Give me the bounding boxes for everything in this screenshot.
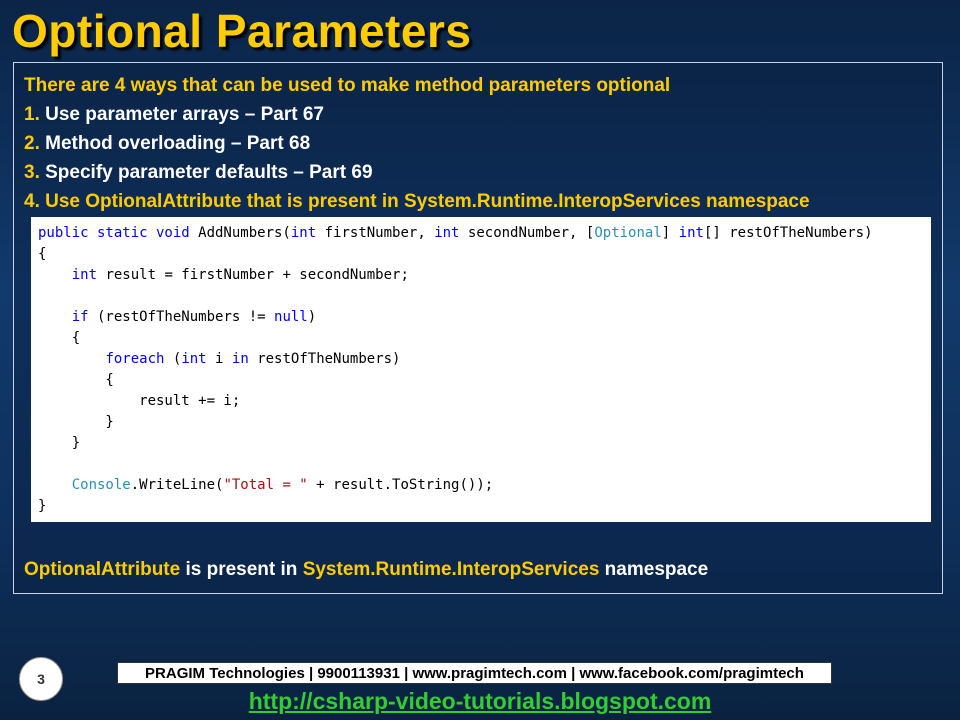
slide-title: Optional Parameters [12,5,472,57]
code-line-9: result += i; [38,393,241,409]
summary-note: OptionalAttribute is present in System.R… [24,559,708,581]
code-keyword: if [71,309,89,325]
code-text: firstNumber, [316,225,435,241]
code-snippet: public static void AddNumbers(int firstN… [31,217,931,522]
code-line-11: } [38,435,81,451]
company-info-bar: PRAGIM Technologies | 9900113931 | www.p… [117,662,832,684]
point-number: 1. [24,104,40,125]
code-text: result = firstNumber + secondNumber; [97,267,409,283]
code-line-10: } [38,414,114,430]
code-keyword: int [71,267,98,283]
intro-text: There are 4 ways that can be used to mak… [24,75,671,96]
code-keyword: foreach [105,351,165,367]
code-text: + result.ToString()); [307,477,494,493]
code-text: (restOfTheNumbers != [88,309,275,325]
code-line-7: foreach (int i in restOfTheNumbers) [38,349,931,370]
intro-block: There are 4 ways that can be used to mak… [24,71,810,216]
code-text: ( [164,351,182,367]
code-type: Console [71,477,131,493]
note-highlight: System.Runtime.InteropServices [302,559,600,580]
code-line-1: public static void AddNumbers(int firstN… [38,223,931,244]
point-text: Use OptionalAttribute that is present in… [39,191,810,212]
code-line-3: int result = firstNumber + secondNumber; [38,265,931,286]
point-2: 2. Method overloading – Part 68 [24,129,810,158]
code-text: .WriteLine( [130,477,224,493]
code-text: secondNumber, [ [459,225,595,241]
code-keyword: int [290,225,317,241]
code-type: Optional [594,225,662,241]
code-text: ) [307,309,317,325]
point-1: 1. Use parameter arrays – Part 67 [24,100,810,129]
note-text: is present in [180,559,303,580]
code-line-8: { [38,372,114,388]
code-line-13: Console.WriteLine("Total = " + result.To… [38,475,931,496]
point-text: Method overloading – Part 68 [39,133,311,154]
point-text: Specify parameter defaults – Part 69 [39,162,373,183]
code-text: restOfTheNumbers) [248,351,401,367]
code-keyword: in [231,351,249,367]
code-keyword: int [434,225,460,241]
code-line-14: } [38,498,47,514]
point-number: 2. [24,133,40,154]
code-keyword: int [678,225,704,241]
point-3: 3. Specify parameter defaults – Part 69 [24,158,810,187]
blog-link[interactable]: http://csharp-video-tutorials.blogspot.c… [0,688,960,715]
code-string: "Total = " [223,477,308,493]
code-text: i [206,351,232,367]
code-text: [] restOfTheNumbers) [703,225,873,241]
content-box: There are 4 ways that can be used to mak… [13,62,943,594]
code-line-6: { [38,330,81,346]
code-text: AddNumbers( [189,225,291,241]
code-text: ] [661,225,679,241]
code-keyword: public static void [38,225,190,241]
code-keyword: int [181,351,207,367]
code-line-5: if (restOfTheNumbers != null) [38,307,931,328]
point-number: 4. [24,191,40,212]
note-highlight: OptionalAttribute [24,559,181,580]
code-keyword: null [274,309,308,325]
point-4: 4. Use OptionalAttribute that is present… [24,187,810,216]
code-line-2: { [38,246,47,262]
note-text: namespace [599,559,709,580]
point-number: 3. [24,162,40,183]
point-text: Use parameter arrays – Part 67 [39,104,324,125]
